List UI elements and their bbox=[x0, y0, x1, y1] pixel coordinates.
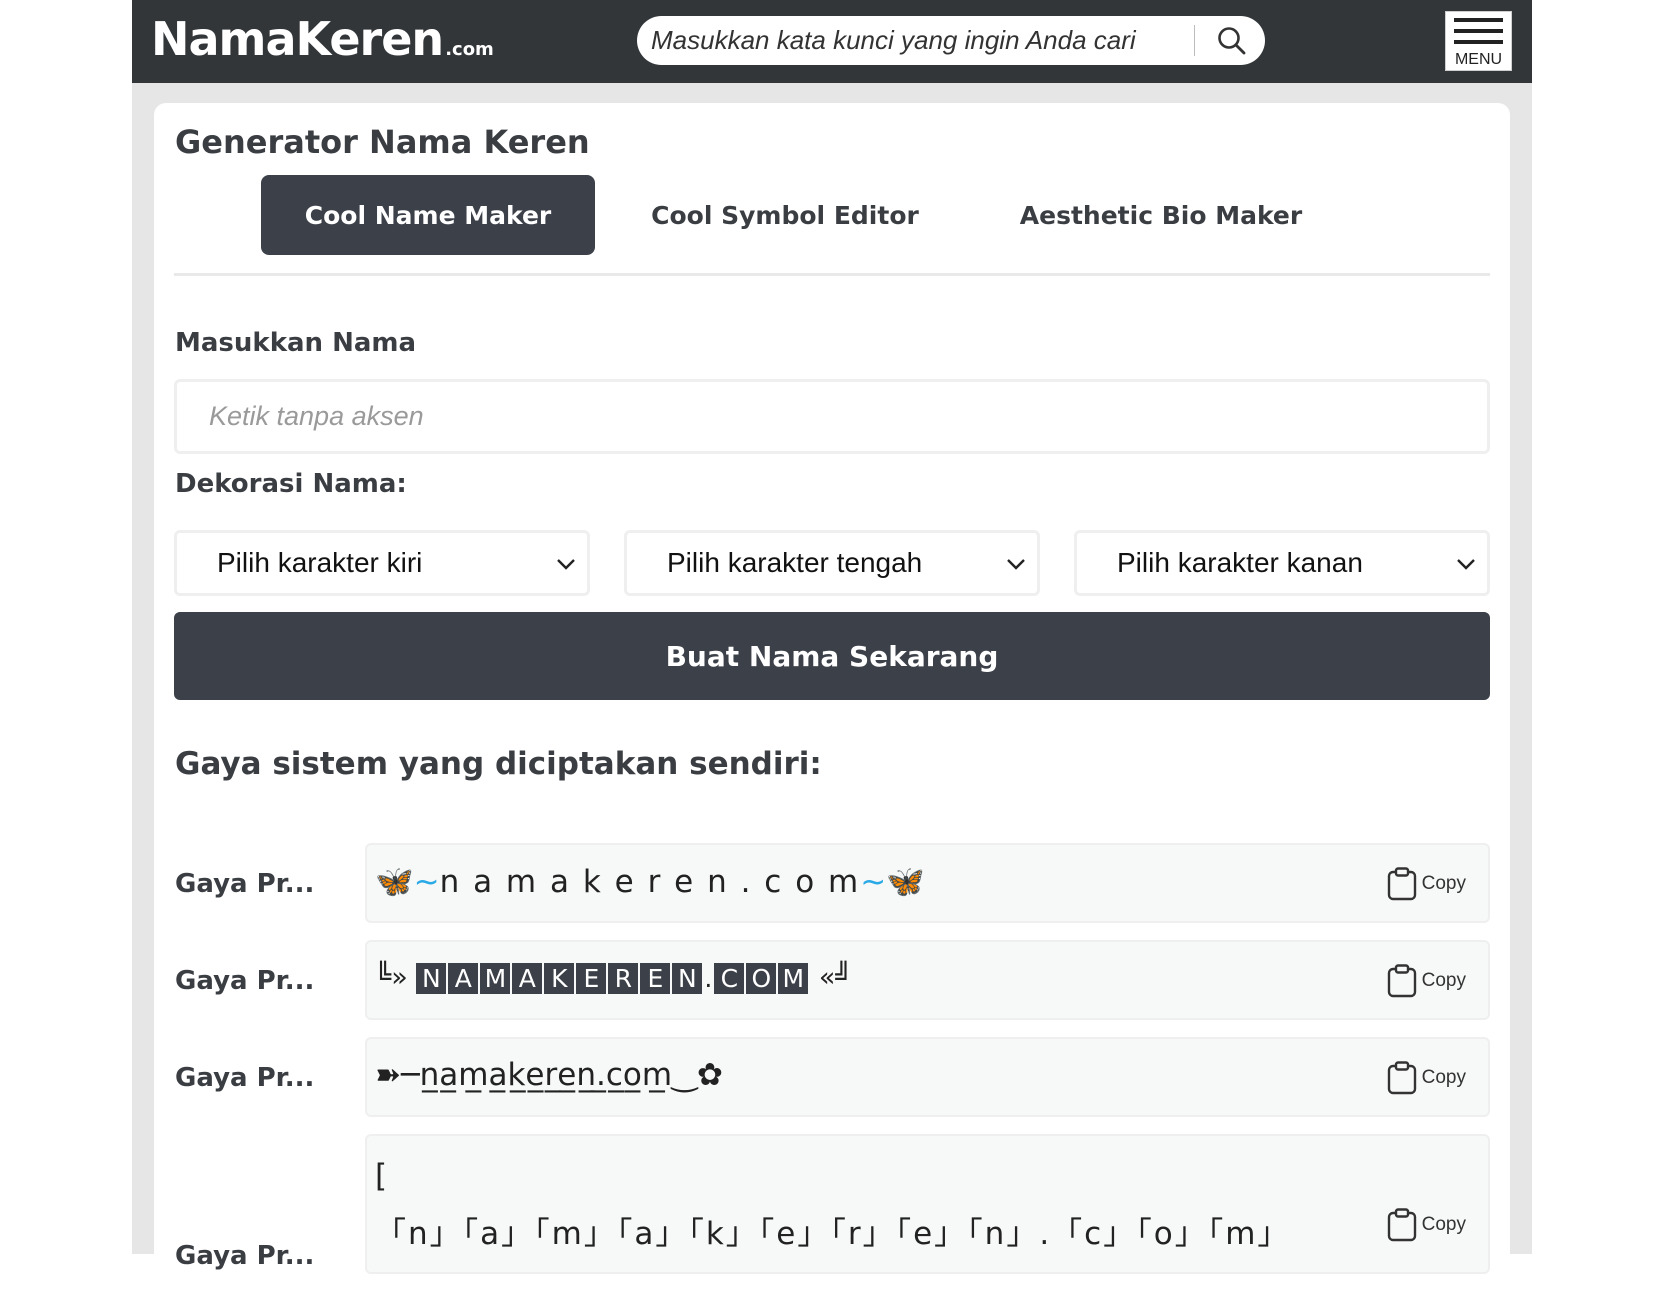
middle-character-select[interactable]: Pilih karakter tengah bbox=[624, 530, 1040, 596]
search-button[interactable] bbox=[1199, 16, 1265, 65]
tab-cool-name-maker[interactable]: Cool Name Maker bbox=[261, 175, 595, 255]
boxed-letter: N bbox=[672, 963, 703, 994]
clipboard-icon bbox=[1387, 1208, 1416, 1242]
clipboard-icon bbox=[1387, 1061, 1416, 1095]
tab-aesthetic-bio-maker[interactable]: Aesthetic Bio Maker bbox=[990, 175, 1332, 255]
search-bar bbox=[637, 16, 1265, 65]
butterfly-icon: 🦋~ bbox=[375, 864, 440, 900]
chevron-down-icon bbox=[557, 559, 575, 570]
name-field-label: Masukkan Nama bbox=[175, 328, 417, 358]
result-box[interactable]: ➽─n̲a̲m̲a̲k̲e̲r̲e̲n̲.̲c̲o̲m̲‿✿ Copy bbox=[365, 1037, 1490, 1117]
logo-tld: .com bbox=[445, 39, 494, 60]
hamburger-menu-icon-bar bbox=[1454, 29, 1503, 33]
result-text[interactable]: ╚» NAMAKEREN.COM «╝ bbox=[375, 962, 852, 994]
copy-label: Copy bbox=[1421, 970, 1466, 991]
hamburger-menu-icon bbox=[1454, 18, 1503, 22]
result-suffix: ‿✿ bbox=[672, 1057, 723, 1093]
decoration-label: Dekorasi Nama: bbox=[175, 469, 407, 499]
menu-label: MENU bbox=[1454, 51, 1503, 68]
result-text[interactable]: 「n」「a」「m」「a」「k」「e」「r」「e」「n」.「c」「o」「m」 bbox=[375, 1208, 1350, 1253]
boxed-letter: M bbox=[778, 963, 809, 994]
clipboard-icon bbox=[1387, 867, 1416, 901]
boxed-letter: A bbox=[512, 963, 543, 994]
result-text[interactable]: 🦋~n a m a k e r e n . c o m~🦋 bbox=[375, 863, 925, 900]
middle-select-value: Pilih karakter tengah bbox=[667, 547, 923, 578]
boxed-letter: O bbox=[746, 963, 777, 994]
search-input[interactable] bbox=[637, 16, 1142, 65]
search-divider bbox=[1194, 25, 1195, 56]
result-text-value: n̲a̲m̲a̲k̲e̲r̲e̲n̲.̲c̲o̲m̲ bbox=[419, 1057, 673, 1093]
section-title: Gaya sistem yang diciptakan sendiri: bbox=[175, 746, 822, 782]
result-row: Gaya Pr... ➽─n̲a̲m̲a̲k̲e̲r̲e̲n̲.̲c̲o̲m̲‿… bbox=[154, 1037, 1510, 1117]
result-style-label: Gaya Pr... bbox=[175, 966, 315, 996]
result-prefix: ➽─ bbox=[375, 1057, 420, 1093]
boxed-letter: N bbox=[416, 963, 447, 994]
result-box[interactable]: 🦋~n a m a k e r e n . c o m~🦋 Copy bbox=[365, 843, 1490, 923]
site-header: NamaKeren.com MENU bbox=[132, 0, 1532, 83]
result-row: Gaya Pr... ╚» NAMAKEREN.COM «╝ Copy bbox=[154, 940, 1510, 1020]
copy-label: Copy bbox=[1421, 1067, 1466, 1088]
boxed-letter: A bbox=[448, 963, 479, 994]
result-suffix: «╝ bbox=[810, 962, 852, 993]
result-row: Gaya Pr... 🦋~n a m a k e r e n . c o m~🦋… bbox=[154, 843, 1510, 923]
result-box[interactable]: [ 「n」「a」「m」「a」「k」「e」「r」「e」「n」.「c」「o」「m」 … bbox=[365, 1134, 1490, 1274]
tab-divider bbox=[174, 273, 1490, 276]
copy-button[interactable]: Copy bbox=[1386, 1061, 1466, 1095]
copy-button[interactable]: Copy bbox=[1386, 867, 1466, 901]
boxed-letter: K bbox=[544, 963, 575, 994]
copy-button[interactable]: Copy bbox=[1386, 964, 1466, 998]
result-style-label: Gaya Pr... bbox=[175, 1063, 315, 1093]
copy-button[interactable]: Copy bbox=[1386, 1208, 1466, 1242]
tab-cool-symbol-editor[interactable]: Cool Symbol Editor bbox=[623, 175, 947, 255]
generator-card: Generator Nama Keren Cool Name Maker Coo… bbox=[154, 103, 1510, 1303]
boxed-letters: NAMAKEREN.COM bbox=[416, 962, 810, 994]
hamburger-menu-icon-bar bbox=[1454, 40, 1503, 44]
logo-main: NamaKeren bbox=[151, 12, 444, 66]
name-input[interactable] bbox=[174, 379, 1490, 454]
chevron-down-icon bbox=[1457, 559, 1475, 570]
left-select-value: Pilih karakter kiri bbox=[217, 547, 423, 578]
right-select-value: Pilih karakter kanan bbox=[1117, 547, 1363, 578]
boxed-letter: . bbox=[704, 964, 713, 993]
boxed-letter: R bbox=[608, 963, 639, 994]
menu-button[interactable]: MENU bbox=[1445, 11, 1512, 71]
copy-label: Copy bbox=[1421, 873, 1466, 894]
butterfly-icon: ~🦋 bbox=[860, 864, 925, 900]
page: NamaKeren.com MENU Generator Nama Keren … bbox=[132, 0, 1532, 1303]
result-style-label: Gaya Pr... bbox=[175, 1241, 315, 1271]
site-logo[interactable]: NamaKeren .com bbox=[151, 12, 494, 66]
result-box[interactable]: ╚» NAMAKEREN.COM «╝ Copy bbox=[365, 940, 1490, 1020]
boxed-letter: C bbox=[714, 963, 745, 994]
result-text-value: n a m a k e r e n . c o m bbox=[439, 864, 861, 900]
copy-label: Copy bbox=[1421, 1214, 1466, 1235]
boxed-letter: E bbox=[576, 963, 607, 994]
search-icon bbox=[1218, 26, 1246, 54]
result-line-1: [ bbox=[375, 1158, 388, 1194]
result-style-label: Gaya Pr... bbox=[175, 869, 315, 899]
create-name-button[interactable]: Buat Nama Sekarang bbox=[174, 612, 1490, 700]
result-text[interactable]: ➽─n̲a̲m̲a̲k̲e̲r̲e̲n̲.̲c̲o̲m̲‿✿ bbox=[375, 1057, 723, 1093]
result-row: Gaya Pr... [ 「n」「a」「m」「a」「k」「e」「r」「e」「n」… bbox=[154, 1134, 1510, 1274]
chevron-down-icon bbox=[1007, 559, 1025, 570]
left-character-select[interactable]: Pilih karakter kiri bbox=[174, 530, 590, 596]
result-prefix: ╚» bbox=[375, 962, 417, 993]
clipboard-icon bbox=[1387, 964, 1416, 998]
boxed-letter: E bbox=[640, 963, 671, 994]
boxed-letter: M bbox=[480, 963, 511, 994]
right-character-select[interactable]: Pilih karakter kanan bbox=[1074, 530, 1490, 596]
page-title: Generator Nama Keren bbox=[175, 123, 590, 161]
